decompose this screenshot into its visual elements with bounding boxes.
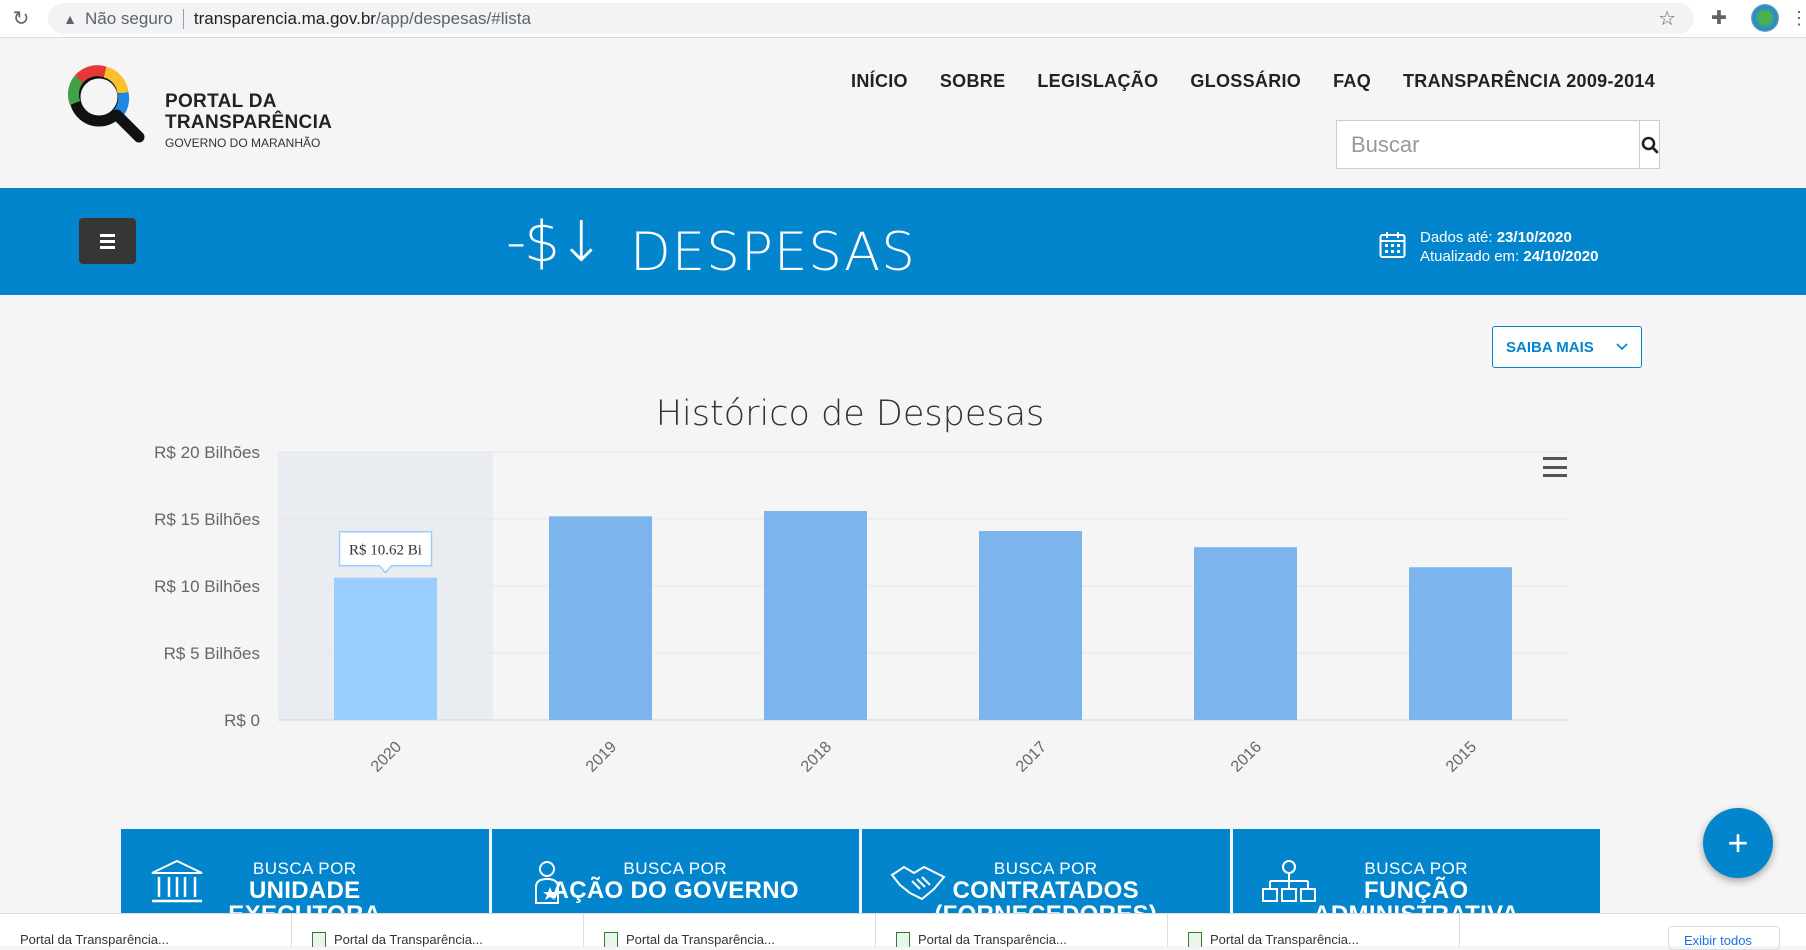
- y-tick-label: R$ 0: [224, 711, 260, 730]
- card-title: AÇÃO DO GOVERNO: [551, 877, 799, 904]
- card-acao-do-governo[interactable]: BUSCA POR AÇÃO DO GOVERNO: [491, 829, 859, 913]
- x-tick-label: 2017: [1013, 738, 1050, 775]
- card-label: BUSCA POR: [252, 859, 357, 878]
- y-tick-label: R$ 15 Bilhões: [154, 510, 260, 529]
- card-funcao-administrativa[interactable]: BUSCA POR FUNÇÃOADMINISTRATIVA: [1232, 829, 1601, 914]
- x-tick-label: 2020: [368, 738, 405, 775]
- download-item[interactable]: Portal da Transparência...: [292, 914, 584, 947]
- spreadsheet-file-icon: [896, 932, 910, 947]
- card-title: CONTRATADOS: [952, 877, 1139, 904]
- chart-menu-icon[interactable]: [1543, 457, 1567, 477]
- x-tick-label: 2019: [583, 738, 620, 775]
- card-title-2: ADMINISTRATIVA: [1233, 903, 1601, 914]
- spreadsheet-file-icon: [604, 932, 618, 947]
- card-unidade-executora[interactable]: BUSCA POR UNIDADEEXECUTORA: [121, 829, 489, 913]
- bar-2016: [1194, 547, 1297, 720]
- download-label: Portal da Transparência...: [20, 932, 169, 947]
- bar-2018: [764, 510, 867, 720]
- download-item[interactable]: Portal da Transparência...: [876, 914, 1168, 947]
- add-fab-button[interactable]: +: [1703, 808, 1773, 878]
- y-tick-label: R$ 10 Bilhões: [154, 577, 260, 596]
- spreadsheet-file-icon: [1188, 932, 1202, 947]
- search-cards: BUSCA POR UNIDADEEXECUTORA BUSCA POR AÇÃ…: [121, 829, 1600, 913]
- card-label: BUSCA POR: [1364, 859, 1469, 878]
- bar-2019: [549, 516, 652, 720]
- card-label: BUSCA POR: [623, 859, 728, 878]
- download-label: Portal da Transparência...: [334, 932, 483, 947]
- download-item[interactable]: Portal da Transparência...: [0, 914, 292, 947]
- expense-history-chart: R$ 0 R$ 5 Bilhões R$ 10 Bilhões R$ 15 Bilhõ…: [154, 443, 1568, 776]
- show-all-downloads-button[interactable]: Exibir todos: [1668, 926, 1780, 950]
- download-label: Portal da Transparência...: [626, 932, 775, 947]
- download-label: Portal da Transparência...: [918, 932, 1067, 947]
- card-title-2: (FORNECEDORES): [862, 903, 1230, 914]
- x-tick-label: 2018: [798, 738, 835, 775]
- card-title-2: EXECUTORA: [121, 903, 489, 914]
- download-label: Portal da Transparência...: [1210, 932, 1359, 947]
- card-contratados[interactable]: BUSCA POR CONTRATADOS(FORNECEDORES): [862, 829, 1230, 913]
- y-tick-label: R$ 5 Bilhões: [164, 644, 260, 663]
- x-tick-label: 2016: [1228, 738, 1265, 775]
- card-title: FUNÇÃO: [1364, 877, 1469, 904]
- bar-2015: [1409, 567, 1512, 720]
- download-item[interactable]: Portal da Transparência...: [1168, 914, 1460, 947]
- download-item[interactable]: Portal da Transparência...: [584, 914, 876, 947]
- bar-2017: [979, 531, 1082, 720]
- card-title: UNIDADE: [249, 877, 361, 904]
- tooltip-text: R$ 10.62 Bi: [349, 543, 422, 559]
- x-tick-label: 2015: [1443, 738, 1480, 775]
- downloads-bar: Portal da Transparência... Portal da Tra…: [0, 913, 1806, 950]
- card-label: BUSCA POR: [993, 859, 1098, 878]
- bar-2020: [334, 577, 437, 720]
- spreadsheet-file-icon: [312, 932, 326, 947]
- y-tick-label: R$ 20 Bilhões: [154, 443, 260, 462]
